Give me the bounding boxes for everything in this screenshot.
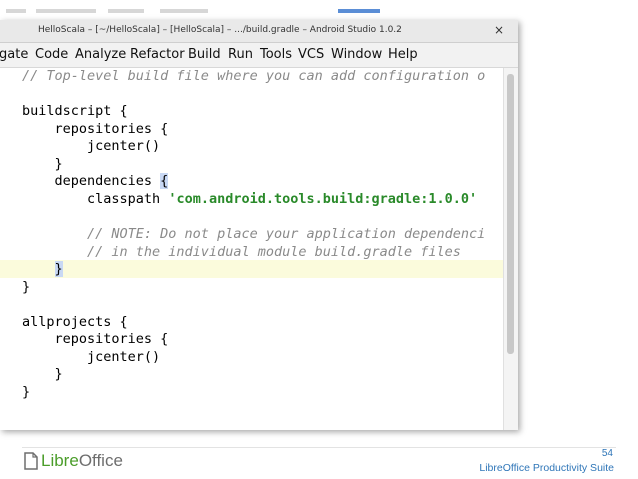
code-line: repositories {: [22, 331, 169, 347]
page-number: 54: [601, 448, 613, 459]
code-line: // in the individual module build.gradle…: [22, 244, 461, 260]
menu-window[interactable]: Window: [331, 47, 382, 62]
code-line: }: [22, 279, 31, 295]
strip-tab-active: [338, 9, 380, 13]
menu-build[interactable]: Build: [188, 47, 221, 62]
footer-divider: [22, 447, 616, 448]
code-line: repositories {: [22, 121, 169, 137]
code-text: classpath: [22, 191, 169, 207]
brace-match-highlight: }: [54, 261, 63, 277]
strip-tab: [36, 9, 96, 13]
menu-navigate[interactable]: gate: [0, 47, 28, 62]
code-editor[interactable]: // Top-level build file where you can ad…: [0, 68, 503, 430]
current-line: }: [0, 260, 503, 278]
desktop-top-strip: [0, 0, 638, 20]
strip-tab: [6, 9, 26, 13]
strip-tab: [108, 9, 144, 13]
menu-help[interactable]: Help: [388, 47, 418, 62]
menu-code[interactable]: Code: [35, 47, 68, 62]
logo-libre: Libre: [41, 451, 79, 470]
code-line: allprojects {: [22, 314, 128, 330]
menu-vcs[interactable]: VCS: [298, 47, 324, 62]
menu-run[interactable]: Run: [228, 47, 253, 62]
window-titlebar[interactable]: HelloScala – [~/HelloScala] – [HelloScal…: [0, 20, 518, 43]
menu-bar: gate Code Analyze Refactor Build Run Too…: [0, 43, 518, 68]
menu-analyze[interactable]: Analyze: [75, 47, 126, 62]
close-icon[interactable]: ×: [494, 23, 504, 37]
scrollbar-thumb[interactable]: [507, 74, 514, 354]
window-title: HelloScala – [~/HelloScala] – [HelloScal…: [38, 25, 402, 35]
suite-name: LibreOffice Productivity Suite: [479, 462, 614, 474]
code-line: }: [22, 384, 31, 400]
code-line: jcenter(): [22, 138, 161, 154]
menu-refactor[interactable]: Refactor: [130, 47, 185, 62]
strip-tab: [160, 9, 208, 13]
code-line: buildscript {: [22, 103, 128, 119]
libreoffice-logo: LibreOffice: [41, 451, 123, 471]
code-line-dependencies: dependencies {: [22, 172, 169, 190]
code-line-classpath: classpath 'com.android.tools.build:gradl…: [22, 190, 477, 208]
android-studio-window: HelloScala – [~/HelloScala] – [HelloScal…: [0, 20, 518, 430]
code-line: }: [22, 366, 63, 382]
code-line: // Top-level build file where you can ad…: [22, 68, 486, 84]
menu-tools[interactable]: Tools: [260, 47, 292, 62]
code-string: 'com.android.tools.build:gradle:1.0.0': [168, 191, 478, 207]
vertical-scrollbar[interactable]: [503, 68, 518, 430]
libreoffice-document-icon: [24, 452, 38, 470]
code-text: dependencies: [22, 173, 161, 189]
code-line: // NOTE: Do not place your application d…: [22, 226, 486, 242]
code-line: jcenter(): [22, 349, 161, 365]
code-line: }: [22, 156, 63, 172]
logo-office: Office: [78, 451, 123, 470]
brace-match-highlight: {: [160, 173, 169, 189]
